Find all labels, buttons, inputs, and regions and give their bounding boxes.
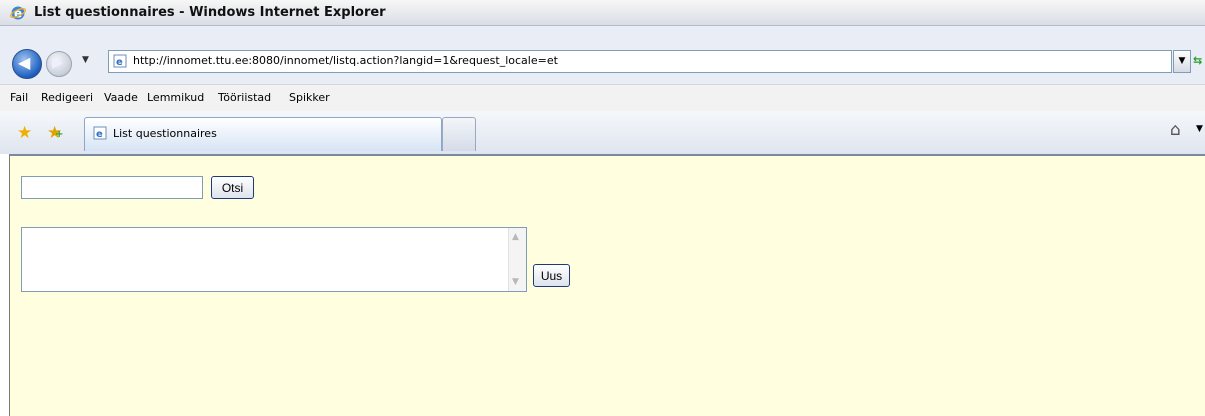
refresh-icon[interactable]: ⇆ bbox=[1193, 50, 1205, 71]
menu-item-help[interactable]: Spikker bbox=[289, 91, 330, 104]
svg-text:e: e bbox=[116, 57, 123, 68]
list-scrollbar[interactable]: ▲ ▼ bbox=[508, 228, 526, 291]
url-text[interactable]: http://innomet.ttu.ee:8080/innomet/listq… bbox=[133, 54, 558, 67]
star-icon[interactable]: ★ bbox=[17, 123, 32, 143]
home-dropdown-icon[interactable]: ▼ bbox=[1196, 124, 1203, 134]
menu-item-edit[interactable]: Redigeeri bbox=[41, 91, 93, 104]
page-icon: e bbox=[93, 126, 107, 140]
page-icon: e bbox=[113, 54, 127, 68]
ie-logo-icon: e bbox=[10, 6, 26, 21]
questionnaire-list[interactable]: ▲ ▼ bbox=[21, 227, 527, 292]
menu-item-view[interactable]: Vaade bbox=[104, 91, 138, 104]
address-bar[interactable]: e http://innomet.ttu.ee:8080/innomet/lis… bbox=[108, 50, 1172, 73]
new-button[interactable]: Uus bbox=[533, 264, 570, 287]
window-title: List questionnaires - Windows Internet E… bbox=[34, 5, 386, 20]
title-bar: e List questionnaires - Windows Internet… bbox=[0, 0, 1205, 26]
menu-item-file[interactable]: Fail bbox=[10, 91, 28, 104]
menu-bar: Fail Redigeeri Vaade Lemmikud Tööriistad… bbox=[0, 84, 1205, 112]
scroll-up-icon[interactable]: ▲ bbox=[512, 232, 519, 242]
address-dropdown-button[interactable]: ▼ bbox=[1173, 50, 1191, 73]
search-input[interactable] bbox=[21, 176, 203, 199]
tab-list-questionnaires[interactable]: e List questionnaires bbox=[84, 117, 442, 151]
home-icon[interactable]: ⌂ bbox=[1170, 120, 1181, 140]
menu-item-tools[interactable]: Tööriistad bbox=[218, 91, 271, 104]
back-button[interactable]: ◀ bbox=[12, 49, 42, 79]
svg-text:e: e bbox=[96, 129, 103, 140]
scroll-down-icon[interactable]: ▼ bbox=[512, 277, 519, 287]
new-tab-button[interactable] bbox=[442, 117, 476, 151]
forward-button[interactable]: ▶ bbox=[46, 51, 72, 77]
search-button[interactable]: Otsi bbox=[211, 176, 254, 199]
tab-label: List questionnaires bbox=[113, 127, 217, 140]
history-dropdown-icon[interactable]: ▼ bbox=[82, 55, 89, 65]
menu-item-favorites[interactable]: Lemmikud bbox=[147, 91, 204, 104]
back-arrow-icon: ◀ bbox=[18, 53, 31, 72]
add-favorite-icon[interactable]: ★ + bbox=[47, 123, 63, 143]
forward-arrow-icon: ▶ bbox=[52, 55, 63, 71]
